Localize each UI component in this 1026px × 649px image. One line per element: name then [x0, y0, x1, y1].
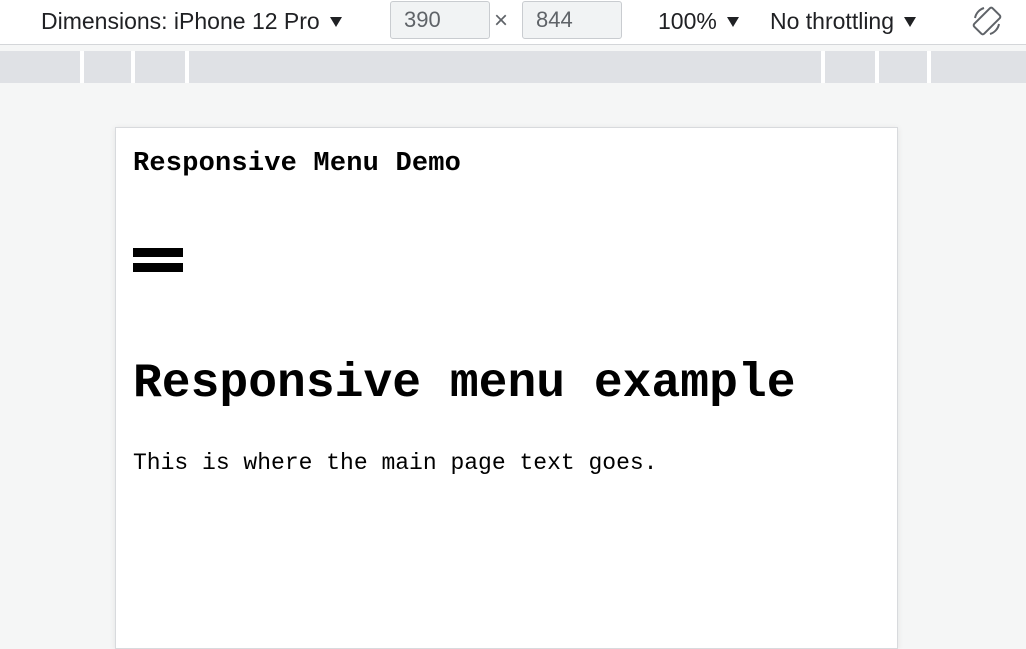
ruler-divider[interactable] — [131, 51, 135, 83]
device-dropdown[interactable]: Dimensions: iPhone 12 Pro — [41, 0, 342, 42]
width-input[interactable] — [390, 1, 490, 39]
hamburger-menu-icon[interactable] — [133, 248, 183, 280]
ruler-divider[interactable] — [821, 51, 825, 83]
caret-down-icon — [726, 16, 739, 27]
ruler-divider[interactable] — [80, 51, 84, 83]
ruler-divider[interactable] — [927, 51, 931, 83]
caret-down-icon — [329, 16, 342, 27]
device-toolbar: Dimensions: iPhone 12 Pro × 100% No thro… — [0, 0, 1026, 45]
throttle-dropdown[interactable]: No throttling — [770, 0, 917, 42]
zoom-dropdown[interactable]: 100% — [658, 0, 739, 42]
media-query-ruler — [0, 51, 1026, 83]
zoom-label: 100% — [658, 7, 717, 34]
ruler-divider[interactable] — [875, 51, 879, 83]
ruler-divider[interactable] — [185, 51, 189, 83]
device-label: Dimensions: iPhone 12 Pro — [41, 7, 320, 34]
site-title[interactable]: Responsive Menu Demo — [133, 148, 461, 180]
rotate-icon[interactable] — [970, 4, 1004, 38]
times-icon: × — [494, 7, 509, 34]
page-heading: Responsive menu example — [133, 357, 796, 411]
throttle-label: No throttling — [770, 7, 895, 34]
caret-down-icon — [904, 16, 917, 27]
device-viewport: Responsive Menu Demo Responsive menu exa… — [115, 127, 898, 649]
height-input[interactable] — [522, 1, 622, 39]
page-body-text: This is where the main page text goes. — [133, 450, 658, 476]
